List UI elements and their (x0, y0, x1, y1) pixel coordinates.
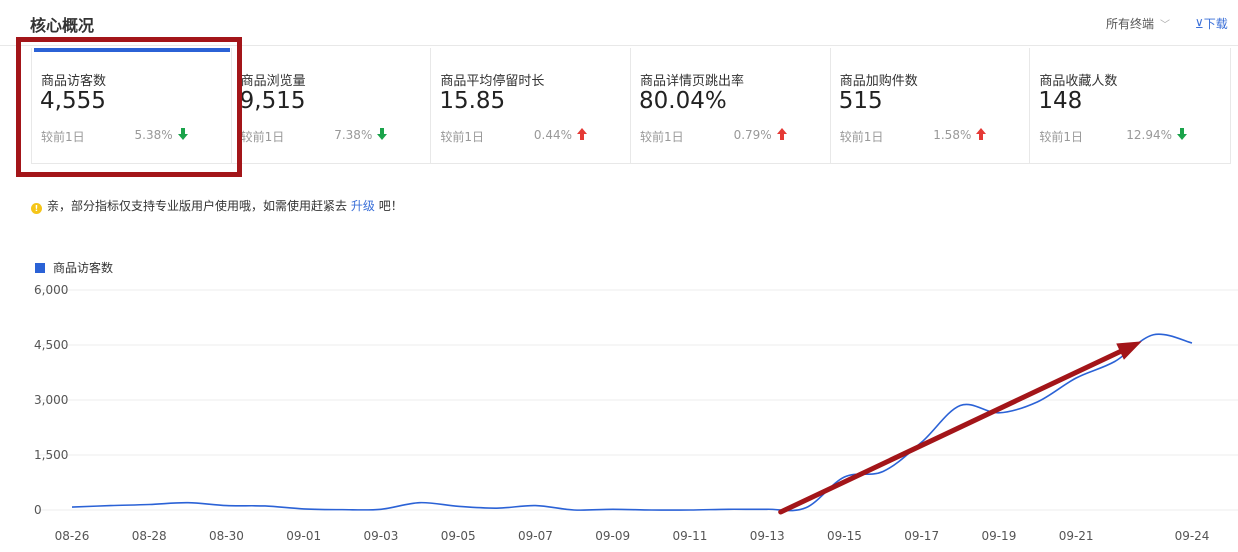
y-tick-label: 4,500 (34, 338, 68, 352)
arrow-up-icon (776, 128, 787, 140)
y-tick-label: 6,000 (34, 283, 68, 297)
series-line (71, 333, 1193, 512)
legend-label: 商品访客数 (53, 261, 114, 275)
x-tick-label: 09-03 (364, 529, 399, 543)
metric-change: 0.44% (533, 128, 573, 142)
legend-swatch (35, 263, 45, 273)
metric-label: 商品浏览量 (240, 74, 306, 89)
metric-change: 1.58% (933, 128, 972, 142)
metric-compare-label: 较前1日 (839, 130, 884, 144)
metric-label: 商品收藏人数 (1039, 74, 1118, 89)
page-title: 核心概况 (30, 16, 95, 35)
x-tick-label: 09-01 (286, 529, 321, 543)
visitors-line-chart: 0 1,500 3,000 4,500 6,000 08-26 08-28 08-30 09-… (34, 283, 1238, 543)
metric-value: 80.04% (639, 88, 727, 114)
metric-value: 148 (1038, 88, 1083, 114)
metric-compare-label: 较前1日 (440, 130, 484, 144)
x-tick-label: 09-21 (1059, 529, 1094, 543)
metric-label: 商品平均停留时长 (440, 74, 545, 89)
metric-compare-label: 较前1日 (1039, 130, 1083, 144)
upgrade-link[interactable]: 升级 (351, 199, 375, 213)
header: 核心概况 所有终端 ﹀ ⊻下载 (0, 0, 1238, 46)
terminal-select-label: 所有终端 (1106, 17, 1155, 31)
arrow-up-icon (577, 128, 588, 140)
metric-card-visitors[interactable]: 商品访客数 4,555 较前1日 5.38% (32, 48, 232, 163)
x-tick-label: 09-09 (595, 529, 630, 543)
x-tick-label: 09-13 (750, 529, 785, 543)
arrow-down-icon (177, 128, 188, 140)
metric-card-avg-stay[interactable]: 商品平均停留时长 15.85 较前1日 0.44% (431, 48, 632, 163)
metric-change: 7.38% (334, 128, 373, 142)
y-tick-label: 1,500 (34, 448, 68, 462)
x-tick-label: 09-11 (672, 529, 707, 543)
metric-compare-label: 较前1日 (640, 130, 684, 144)
metric-label: 商品详情页跳出率 (640, 74, 745, 89)
metric-value: 15.85 (439, 88, 506, 114)
chevron-down-icon: ﹀ (1160, 20, 1171, 31)
x-tick-label: 09-05 (441, 529, 476, 543)
y-tick-label: 0 (34, 503, 42, 517)
trend-arrow-annotation (778, 341, 1142, 515)
x-tick-label: 09-19 (981, 529, 1016, 543)
metric-label: 商品加购件数 (839, 74, 918, 89)
metric-change: 5.38% (134, 128, 173, 142)
x-tick-label: 09-24 (1175, 529, 1210, 543)
x-tick-label: 09-15 (827, 529, 862, 543)
chart-legend[interactable]: 商品访客数 (35, 259, 113, 276)
arrow-up-icon (976, 128, 987, 140)
metrics-bar: 商品访客数 4,555 较前1日 5.38% 商品浏览量 9,515 较前1日 … (31, 48, 1231, 164)
metric-change: 0.79% (733, 128, 772, 142)
metric-label: 商品访客数 (41, 74, 107, 89)
metric-value: 9,515 (239, 88, 306, 114)
metric-card-add-to-cart[interactable]: 商品加购件数 515 较前1日 1.58% (831, 48, 1031, 163)
x-tick-label: 08-28 (132, 529, 167, 543)
y-tick-label: 3,000 (34, 393, 68, 407)
metric-value: 515 (838, 88, 883, 114)
info-icon: ! (31, 203, 42, 214)
metric-card-pageviews[interactable]: 商品浏览量 9,515 较前1日 7.38% (232, 48, 432, 163)
metric-compare-label: 较前1日 (41, 130, 85, 144)
metric-card-bounce-rate[interactable]: 商品详情页跳出率 80.04% 较前1日 0.79% (631, 48, 831, 163)
arrow-down-icon (1177, 128, 1188, 140)
upgrade-notice: ! 亲，部分指标仅支持专业版用户使用哦，如需使用赶紧去 升级 吧！ (31, 197, 403, 214)
x-tick-label: 09-07 (518, 529, 553, 543)
metric-compare-label: 较前1日 (240, 130, 285, 144)
x-tick-label: 08-30 (209, 529, 244, 543)
notice-text: 亲，部分指标仅支持专业版用户使用哦，如需使用赶紧去 (47, 199, 348, 213)
metric-value: 4,555 (40, 88, 106, 114)
active-indicator (34, 48, 230, 52)
metric-change: 12.94% (1126, 128, 1173, 142)
notice-text-end: 吧！ (378, 199, 403, 213)
x-tick-label: 08-26 (55, 529, 90, 543)
metric-card-favorites[interactable]: 商品收藏人数 148 较前1日 12.94% (1030, 48, 1230, 163)
terminal-select[interactable]: 所有终端 ﹀ (1106, 15, 1170, 32)
download-link[interactable]: ⊻下载 (1195, 15, 1228, 32)
x-tick-label: 09-17 (904, 529, 939, 543)
arrow-down-icon (377, 128, 388, 140)
